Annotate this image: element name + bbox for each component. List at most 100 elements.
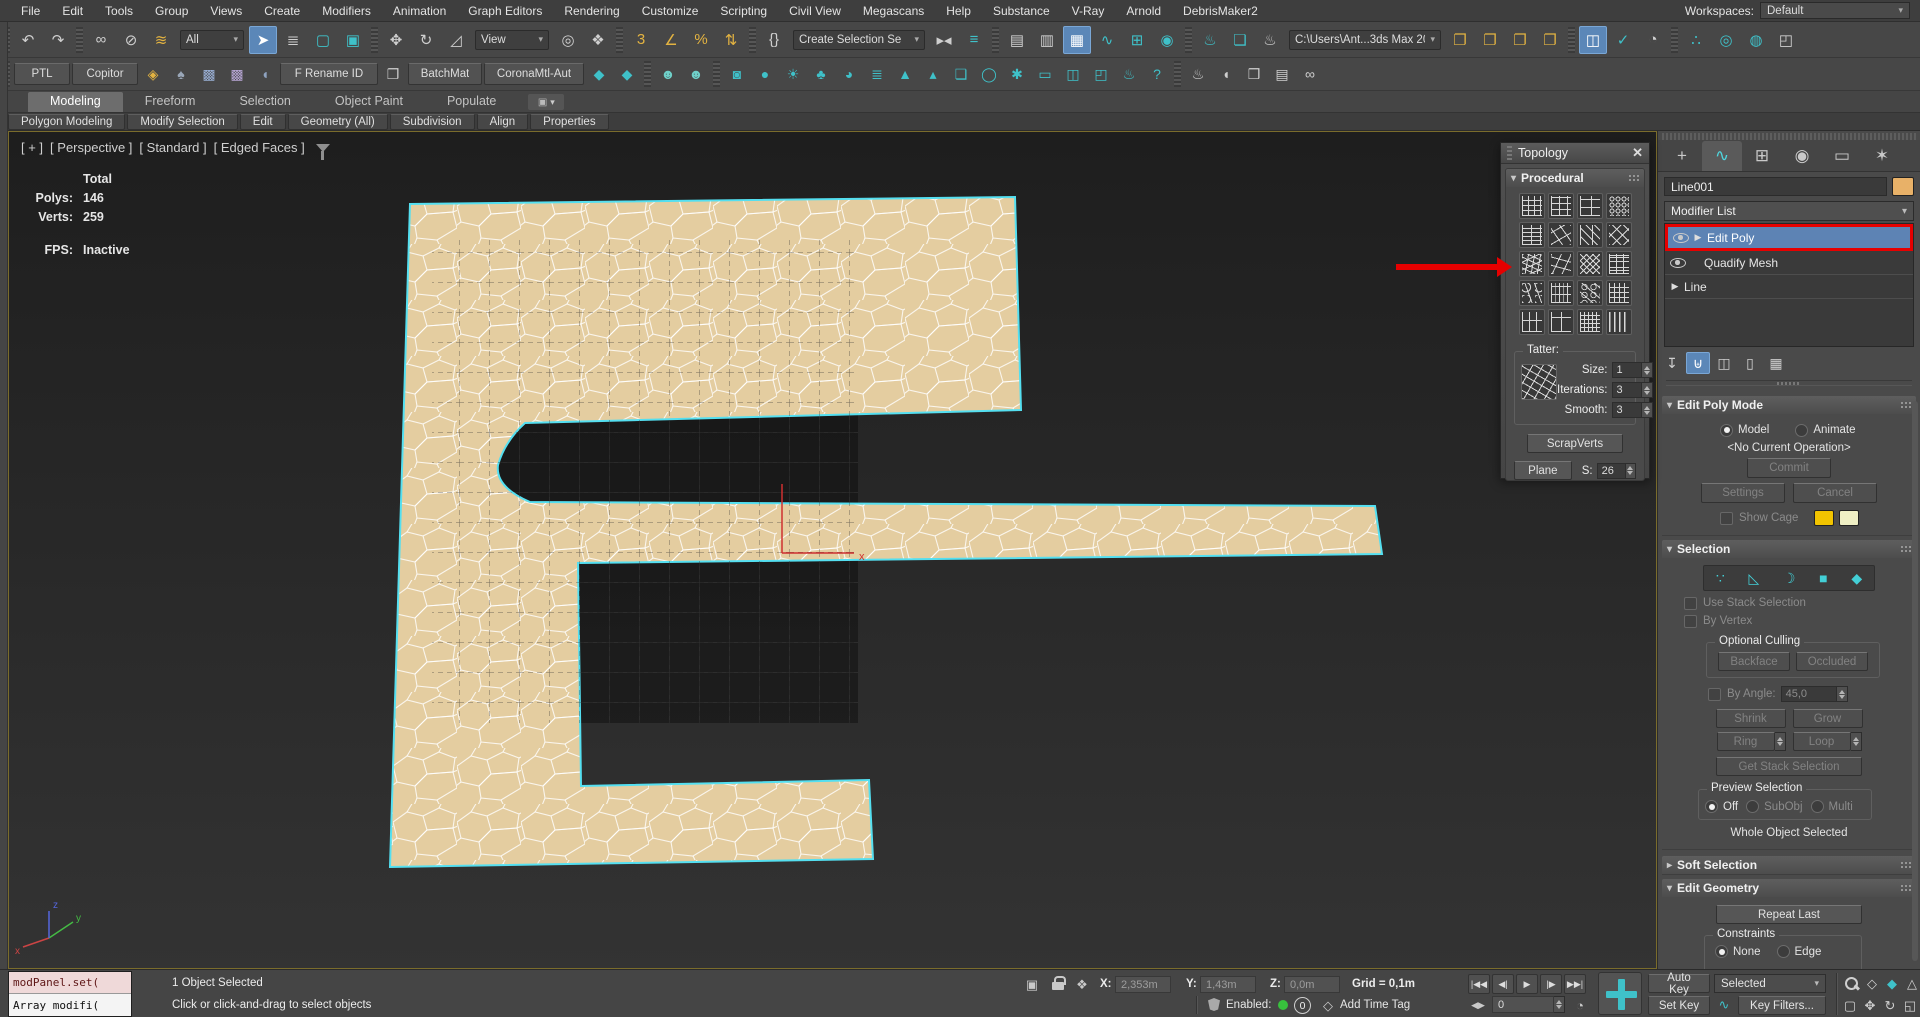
rename-objects-button[interactable]: F Rename ID — [280, 63, 378, 85]
model-radio[interactable] — [1720, 424, 1733, 437]
material-editor-icon[interactable]: ◉ — [1153, 26, 1181, 54]
object-color-swatch[interactable] — [1892, 177, 1914, 196]
ptl-button[interactable]: PTL — [14, 63, 70, 85]
vertex-mode-icon[interactable]: ∵ — [1716, 570, 1725, 587]
menu-item[interactable]: Animation — [382, 0, 457, 22]
modifier-list-dropdown[interactable]: Modifier List — [1664, 201, 1914, 221]
noise-tile-a-icon[interactable]: ▩ — [196, 62, 222, 87]
mirror-icon[interactable]: ▸◂ — [930, 26, 958, 54]
transform-type-in-icon[interactable]: ❖ — [1072, 976, 1092, 994]
plane-button[interactable]: Plane — [1514, 461, 1572, 480]
next-frame-button[interactable]: |▶ — [1540, 974, 1562, 994]
utilities-tab[interactable]: ✶ — [1862, 141, 1902, 171]
frame-buffer-icon[interactable]: ❒ — [1241, 62, 1267, 87]
maxscript-mini-listener[interactable]: modPanel.set( Array modifi( — [8, 971, 132, 1017]
pattern-vertical-stripes-button[interactable] — [1606, 309, 1632, 335]
ribbon-tab[interactable]: Populate — [425, 92, 518, 112]
set-key-button[interactable]: Set Key — [1648, 996, 1710, 1015]
menu-item[interactable]: Scripting — [709, 0, 778, 22]
edit-poly-mode-header[interactable]: Edit Poly Mode — [1662, 396, 1916, 414]
named-selection-sets-dropdown[interactable]: Create Selection Se — [793, 30, 925, 50]
panel-drag-strip[interactable] — [1662, 133, 1916, 140]
hierarchy-tab[interactable]: ⊞ — [1742, 141, 1782, 171]
edit-named-selection-sets-icon[interactable]: {} — [760, 26, 788, 54]
proxy-icon[interactable]: ◯ — [976, 62, 1002, 87]
smooth-field[interactable]: 3 — [1612, 402, 1642, 418]
help-icon[interactable]: ? — [1144, 62, 1170, 87]
select-object-icon[interactable]: ➤ — [249, 26, 277, 54]
select-and-rotate-icon[interactable]: ↻ — [412, 26, 440, 54]
batchmat-button[interactable]: BatchMat — [408, 63, 482, 85]
preview-off-radio[interactable] — [1705, 800, 1718, 813]
filter-funnel-icon[interactable] — [316, 144, 330, 152]
pattern-dense-grid-button[interactable] — [1606, 280, 1632, 306]
menu-item[interactable]: V-Ray — [1061, 0, 1116, 22]
tree-icon[interactable]: ♣ — [808, 62, 834, 87]
save-file-icon[interactable]: ◫ — [1579, 26, 1607, 54]
pattern-mixed-blocks-button[interactable] — [1519, 222, 1545, 248]
landscape-icon[interactable]: ▲ — [892, 62, 918, 87]
isolate-selection-toggle-icon[interactable]: ▣ — [1022, 976, 1042, 994]
element-mode-icon[interactable]: ◆ — [1851, 570, 1862, 587]
pattern-columns-split-button[interactable] — [1519, 309, 1545, 335]
macro-recorder-icon[interactable]: ❐ — [1536, 26, 1564, 54]
z-coordinate-field[interactable]: 0,0m — [1284, 976, 1340, 993]
select-and-manipulate-icon[interactable]: ❖ — [584, 26, 612, 54]
forest-tool-icon[interactable]: ♠ — [168, 62, 194, 87]
get-stack-selection-button[interactable]: Get Stack Selection — [1716, 757, 1862, 776]
zoom-icon[interactable] — [1844, 976, 1860, 992]
ribbon-group-button[interactable]: Align — [477, 114, 529, 130]
set-keys-button[interactable] — [1598, 972, 1642, 1015]
cage-color-swatch[interactable] — [1814, 510, 1834, 526]
pattern-grid-blocks-button[interactable] — [1519, 193, 1545, 219]
display-selected-icon[interactable]: ◎ — [1712, 26, 1740, 54]
redo-icon[interactable]: ↷ — [44, 26, 72, 54]
select-and-scale-icon[interactable]: ◿ — [442, 26, 470, 54]
undo-icon[interactable]: ↶ — [14, 26, 42, 54]
corona-converter-button[interactable]: CoronaMtl-Aut — [484, 63, 584, 85]
polygon-mode-icon[interactable]: ■ — [1819, 570, 1827, 586]
toggle-scene-explorer-icon[interactable]: ▤ — [1003, 26, 1031, 54]
border-mode-icon[interactable]: ☽ — [1783, 570, 1796, 587]
play-button[interactable]: ▶ — [1516, 974, 1538, 994]
pattern-voronoi-scatter-button[interactable] — [1519, 251, 1545, 277]
isolate-selection-icon[interactable]: ∴ — [1682, 26, 1710, 54]
menu-item[interactable]: Civil View — [778, 0, 852, 22]
auto-key-button[interactable]: Auto Key — [1648, 974, 1710, 993]
zoom-all-icon[interactable]: ◇ — [1862, 975, 1882, 993]
snaps-toggle-icon[interactable]: 3 — [627, 26, 655, 54]
ring-spinner[interactable] — [1775, 732, 1786, 751]
viewport-menu[interactable]: [ + ] — [21, 140, 43, 155]
vfb-window-icon[interactable]: ▭ — [1032, 62, 1058, 87]
procedural-rollout-header[interactable]: Procedural — [1506, 169, 1644, 187]
field-of-view-icon[interactable]: △ — [1902, 975, 1920, 993]
vr-goggles-icon[interactable]: ∞ — [1297, 62, 1323, 87]
pattern-diagonal-weave-button[interactable] — [1577, 222, 1603, 248]
rectangular-selection-region-icon[interactable]: ▢ — [309, 26, 337, 54]
pattern-nested-grid-button[interactable] — [1548, 280, 1574, 306]
ribbon-group-button[interactable]: Properties — [530, 114, 608, 130]
viewport-menu[interactable]: [ Perspective ] — [50, 140, 132, 155]
configure-modifier-sets-icon[interactable]: ▦ — [1764, 352, 1788, 374]
ribbon-group-button[interactable]: Modify Selection — [127, 114, 237, 130]
toggle-ribbon-icon[interactable]: ▦ — [1063, 26, 1091, 54]
drag-handle-icon[interactable] — [1507, 146, 1512, 160]
corona-swirl-icon[interactable]: ◕ — [836, 62, 862, 87]
smooth-spinner[interactable] — [1642, 402, 1653, 418]
pin-stack-icon[interactable]: ↧ — [1660, 352, 1684, 374]
zoom-extents-selected-icon[interactable]: ◆ — [1882, 975, 1902, 993]
gear-icon[interactable]: ✱ — [1004, 62, 1030, 87]
frame-spinner[interactable] — [1554, 996, 1565, 1013]
ring-button[interactable]: Ring — [1717, 732, 1775, 751]
cancel-button[interactable]: Cancel — [1793, 483, 1877, 503]
scatter-tool-icon[interactable]: ◈ — [140, 62, 166, 87]
pattern-voronoi-angled-button[interactable] — [1548, 251, 1574, 277]
display-tab[interactable]: ▭ — [1822, 141, 1862, 171]
constraint-edge-radio[interactable] — [1777, 945, 1790, 958]
robot-a-icon[interactable]: ☻ — [655, 62, 681, 87]
ribbon-tab[interactable]: Modeling — [28, 92, 123, 112]
light-icon[interactable]: ● — [752, 62, 778, 87]
key-mode-toggle-icon[interactable]: ◀▶ — [1468, 996, 1488, 1014]
current-frame-field[interactable]: 0 — [1492, 996, 1554, 1013]
pattern-columns-wide-button[interactable] — [1548, 309, 1574, 335]
